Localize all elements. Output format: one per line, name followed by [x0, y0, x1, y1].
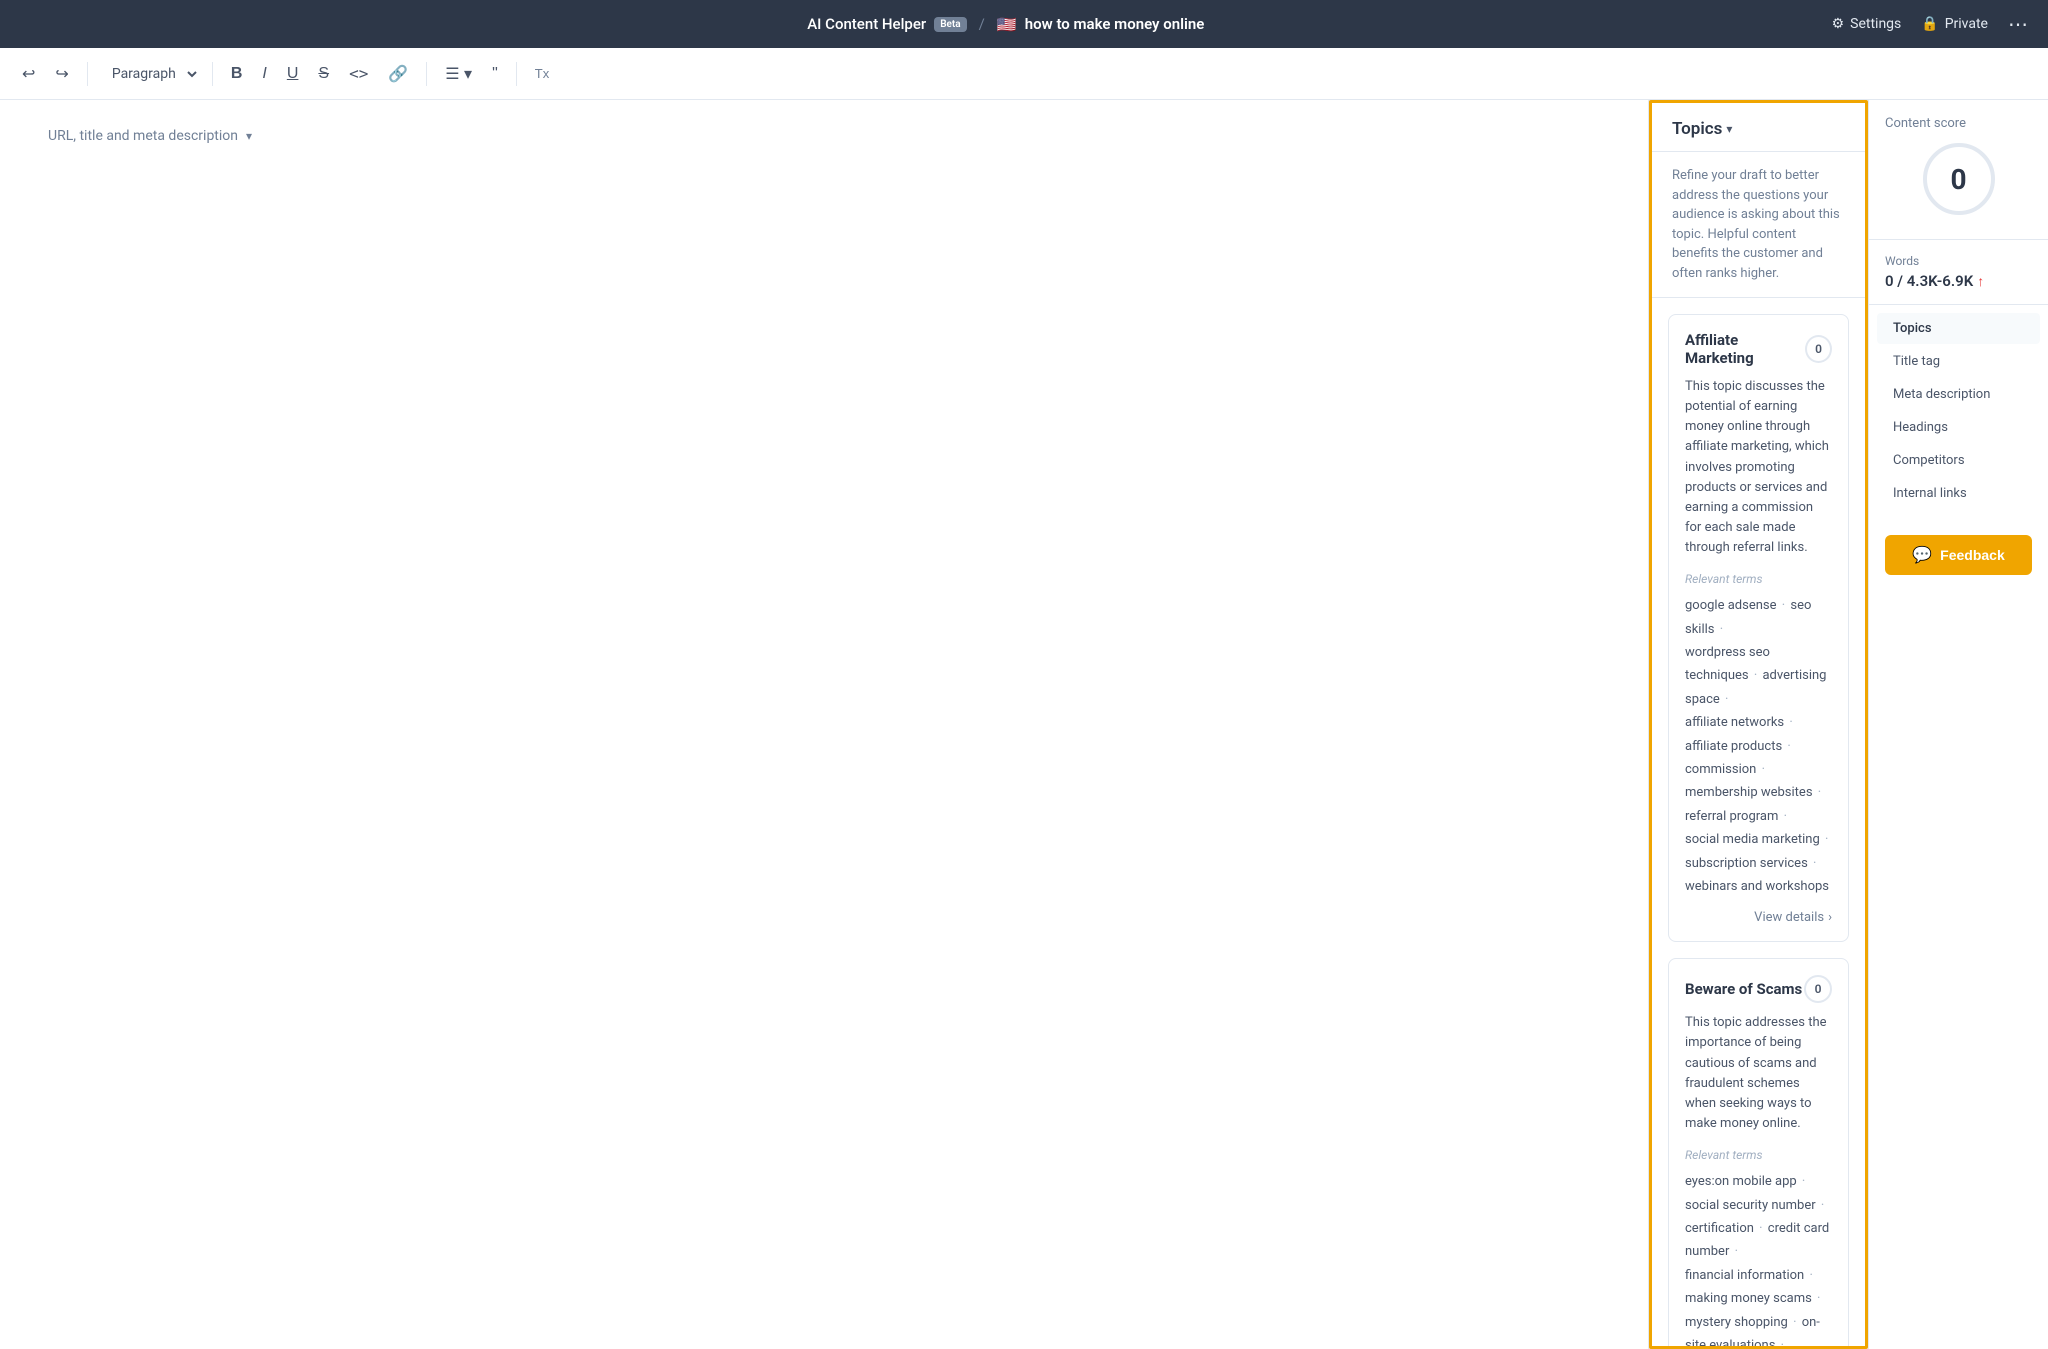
url-meta-label: URL, title and meta description	[48, 128, 238, 144]
main-layout: URL, title and meta description ▾ Topics…	[0, 100, 2048, 1349]
nav-right: ⚙ Settings 🔒 Private ⋯	[1832, 12, 2028, 36]
topics-description: Refine your draft to better address the …	[1652, 152, 1865, 298]
topic-score-scams: 0	[1804, 975, 1832, 1003]
redo-button[interactable]: ↪	[49, 60, 74, 88]
words-section: Words 0 / 4.3K-6.9K ↑	[1869, 240, 2048, 305]
sidebar-item-competitors[interactable]: Competitors	[1877, 445, 2040, 476]
toolbar-divider-4	[516, 62, 517, 86]
lock-icon: 🔒	[1921, 16, 1938, 32]
editor-toolbar: ↩ ↪ Paragraph Heading 1 Heading 2 Headin…	[0, 48, 2048, 100]
app-name: AI Content Helper	[807, 15, 926, 33]
topic-card-affiliate-marketing: Affiliate Marketing 0 This topic discuss…	[1668, 314, 1849, 942]
settings-button[interactable]: ⚙ Settings	[1832, 16, 1902, 32]
right-panel: Topics ▾ Refine your draft to better add…	[1648, 100, 2048, 1349]
clear-format-button[interactable]: Tx	[529, 62, 555, 85]
score-sidebar: Content score 0 Words 0 / 4.3K-6.9K ↑ To…	[1868, 100, 2048, 1349]
relevant-terms-label-affiliate: Relevant terms	[1685, 572, 1832, 586]
topic-card-title-scams: Beware of Scams	[1685, 980, 1802, 998]
feedback-icon: 💬	[1912, 545, 1932, 565]
nav-separator: /	[979, 15, 985, 33]
relevant-terms-scams: eyes:on mobile app · social security num…	[1685, 1170, 1832, 1349]
relevant-terms-label-scams: Relevant terms	[1685, 1148, 1832, 1162]
code-button[interactable]: <>	[343, 60, 374, 87]
topics-dropdown-icon[interactable]: ▾	[1726, 122, 1732, 136]
link-button[interactable]: 🔗	[382, 60, 414, 88]
toolbar-divider-1	[87, 62, 88, 86]
redo-icon: ↪	[55, 64, 68, 84]
nav-center: AI Content Helper Beta / 🇺🇸 how to make …	[807, 15, 1204, 34]
topic-score-affiliate: 0	[1805, 335, 1832, 363]
toolbar-divider-2	[212, 62, 213, 86]
topic-desc-scams: This topic addresses the importance of b…	[1685, 1013, 1832, 1134]
toolbar-divider-3	[426, 62, 427, 86]
more-options-icon[interactable]: ⋯	[2008, 12, 2028, 36]
chevron-down-icon: ▾	[246, 129, 252, 143]
strikethrough-button[interactable]: S	[312, 61, 335, 87]
sidebar-item-headings[interactable]: Headings	[1877, 412, 2040, 443]
sidebar-item-internal-links[interactable]: Internal links	[1877, 478, 2040, 509]
relevant-terms-affiliate: google adsense · seo skills · wordpress …	[1685, 594, 1832, 898]
words-label: Words	[1885, 254, 2032, 268]
editor-area[interactable]: URL, title and meta description ▾	[0, 100, 1648, 1349]
feedback-button[interactable]: 💬 Feedback	[1885, 535, 2032, 575]
top-navigation: AI Content Helper Beta / 🇺🇸 how to make …	[0, 0, 2048, 48]
topic-desc-affiliate: This topic discusses the potential of ea…	[1685, 377, 1832, 558]
paragraph-style-select[interactable]: Paragraph Heading 1 Heading 2 Heading 3	[100, 61, 200, 87]
underline-button[interactable]: U	[281, 61, 305, 87]
doc-title[interactable]: how to make money online	[1025, 15, 1205, 33]
topic-card-header-affiliate: Affiliate Marketing 0	[1685, 331, 1832, 367]
chevron-right-icon: ›	[1828, 910, 1832, 925]
content-score-section: Content score 0	[1869, 100, 2048, 240]
content-score-label: Content score	[1885, 116, 2032, 131]
topic-card-beware-of-scams: Beware of Scams 0 This topic addresses t…	[1668, 958, 1849, 1349]
sidebar-item-topics[interactable]: Topics	[1877, 313, 2040, 344]
sidebar-item-title-tag[interactable]: Title tag	[1877, 346, 2040, 377]
topic-card-title-affiliate: Affiliate Marketing	[1685, 331, 1805, 367]
score-circle: 0	[1923, 143, 1995, 215]
flag-icon: 🇺🇸	[997, 15, 1017, 34]
quote-button[interactable]: "	[486, 61, 504, 87]
topics-header: Topics ▾	[1652, 103, 1865, 152]
bold-button[interactable]: B	[225, 61, 249, 87]
undo-button[interactable]: ↩	[16, 60, 41, 88]
private-button[interactable]: 🔒 Private	[1921, 16, 1988, 32]
score-number: 0	[1950, 163, 1966, 196]
score-nav-list: Topics Title tag Meta description Headin…	[1869, 305, 2048, 519]
view-details-affiliate[interactable]: View details ›	[1685, 910, 1832, 925]
topics-panel: Topics ▾ Refine your draft to better add…	[1649, 100, 1868, 1349]
feedback-label: Feedback	[1940, 547, 2005, 563]
italic-button[interactable]: I	[256, 61, 272, 87]
words-value: 0 / 4.3K-6.9K ↑	[1885, 272, 2032, 290]
arrow-up-icon: ↑	[1977, 273, 1984, 290]
undo-icon: ↩	[22, 64, 35, 84]
topics-panel-title[interactable]: Topics	[1672, 119, 1722, 139]
align-button[interactable]: ☰ ▾	[439, 60, 478, 88]
topic-card-header-scams: Beware of Scams 0	[1685, 975, 1832, 1003]
sidebar-item-meta-description[interactable]: Meta description	[1877, 379, 2040, 410]
words-count: 0 / 4.3K-6.9K	[1885, 272, 1973, 290]
beta-badge: Beta	[934, 17, 966, 32]
gear-icon: ⚙	[1832, 16, 1845, 32]
url-meta-bar[interactable]: URL, title and meta description ▾	[48, 124, 1600, 148]
